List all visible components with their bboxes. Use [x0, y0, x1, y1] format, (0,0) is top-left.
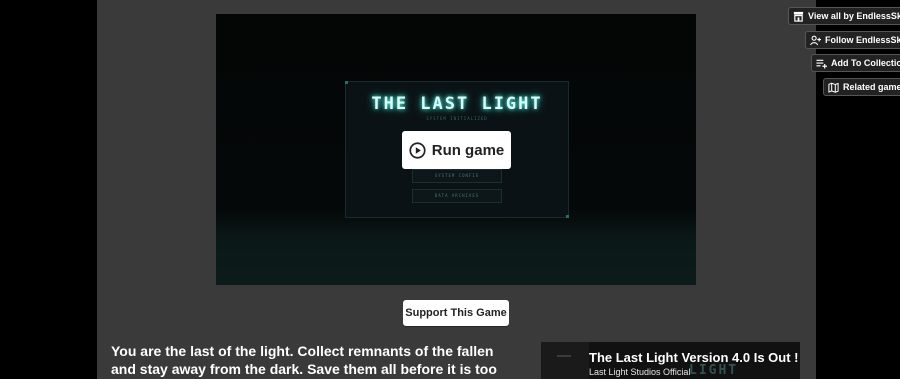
frame-corner [566, 215, 569, 218]
video-title[interactable]: The Last Light Version 4.0 Is Out ! [589, 350, 798, 365]
related-games-button[interactable]: Related games [823, 78, 900, 96]
add-to-collection-label: Add To Collection [831, 58, 900, 68]
view-all-by-author-button[interactable]: View all by EndlessSkys [788, 7, 900, 25]
game-subtitle: SYSTEM INITIALIZED [426, 116, 488, 121]
game-title: THE LAST LIGHT [371, 94, 543, 114]
play-circle-icon [409, 141, 426, 159]
follow-user-icon [810, 35, 821, 45]
video-background-text: LIGHT [689, 363, 739, 378]
frame-corner [345, 81, 348, 84]
support-this-game-button[interactable]: Support This Game [403, 300, 509, 326]
store-icon [793, 11, 804, 22]
avatar-mark [557, 355, 571, 357]
add-to-list-icon [816, 59, 827, 69]
follow-label: Follow EndlessSkys [825, 35, 900, 45]
game-menu-option: DATA ARCHIVES [412, 189, 502, 203]
add-to-collection-button[interactable]: Add To Collection [811, 54, 900, 72]
game-menu-option: SYSTEM CONFIG [412, 169, 502, 183]
view-all-label: View all by EndlessSkys [808, 11, 900, 21]
follow-author-button[interactable]: Follow EndlessSkys [805, 31, 900, 49]
video-embed[interactable]: LIGHT The Last Light Version 4.0 Is Out … [541, 342, 800, 379]
video-channel[interactable]: Last Light Studios Official [589, 367, 690, 377]
map-icon [828, 82, 839, 93]
run-game-button[interactable]: Run game [402, 131, 511, 169]
game-description: You are the last of the light. Collect r… [111, 343, 497, 377]
run-game-label: Run game [431, 141, 505, 159]
channel-avatar [541, 342, 589, 379]
related-games-label: Related games [843, 82, 900, 92]
